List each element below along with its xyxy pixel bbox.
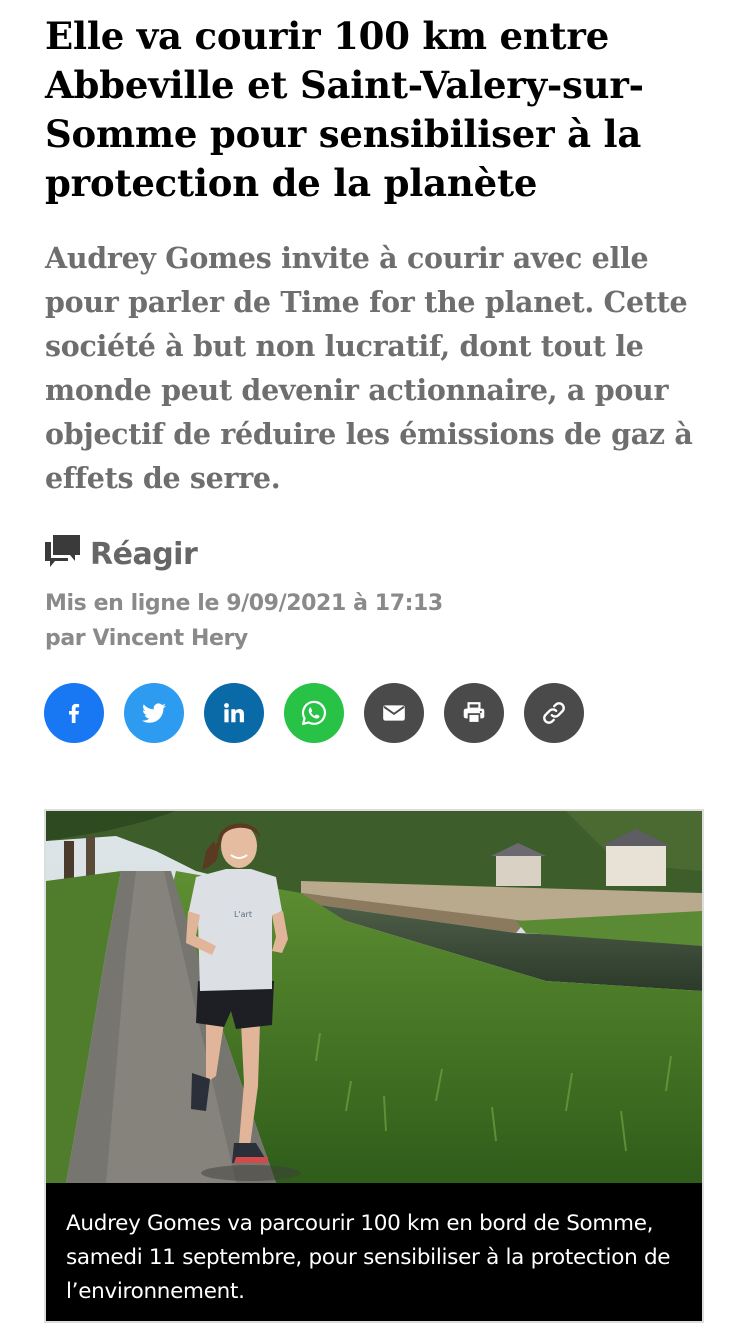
author-byline[interactable]: par Vincent Hery <box>45 621 443 656</box>
whatsapp-icon <box>301 700 327 726</box>
email-icon <box>383 705 405 721</box>
react-label: Réagir <box>90 536 198 572</box>
publish-date: Mis en ligne le 9/09/2021 à 17:13 <box>45 591 443 616</box>
svg-text:L'art: L'art <box>234 910 252 919</box>
article-lede: Audrey Gomes invite à courir avec elle p… <box>45 241 693 495</box>
article-meta: Mis en ligne le 9/09/2021 à 17:13 par Vi… <box>45 586 443 656</box>
link-icon <box>543 702 565 724</box>
twitter-share-button[interactable] <box>124 683 184 743</box>
linkedin-icon <box>224 703 244 723</box>
print-button[interactable] <box>444 683 504 743</box>
runner-photo: L'art <box>46 811 702 1183</box>
photo-caption: Audrey Gomes va parcourir 100 km en bord… <box>46 1183 702 1321</box>
twitter-icon <box>142 703 166 723</box>
facebook-icon <box>69 703 80 723</box>
article-headline: Elle va courir 100 km entre Abbeville et… <box>45 14 644 205</box>
linkedin-share-button[interactable] <box>204 683 264 743</box>
article: Elle va courir 100 km entre Abbeville et… <box>0 0 750 1336</box>
comments-icon <box>44 534 81 574</box>
whatsapp-share-button[interactable] <box>284 683 344 743</box>
react-button[interactable]: Réagir <box>44 531 198 577</box>
share-bar <box>44 683 584 743</box>
article-photo[interactable]: L'art Audrey Gomes va parcourir 100 km e… <box>44 809 704 1323</box>
print-icon <box>463 702 485 724</box>
copy-link-button[interactable] <box>524 683 584 743</box>
email-share-button[interactable] <box>364 683 424 743</box>
facebook-share-button[interactable] <box>44 683 104 743</box>
